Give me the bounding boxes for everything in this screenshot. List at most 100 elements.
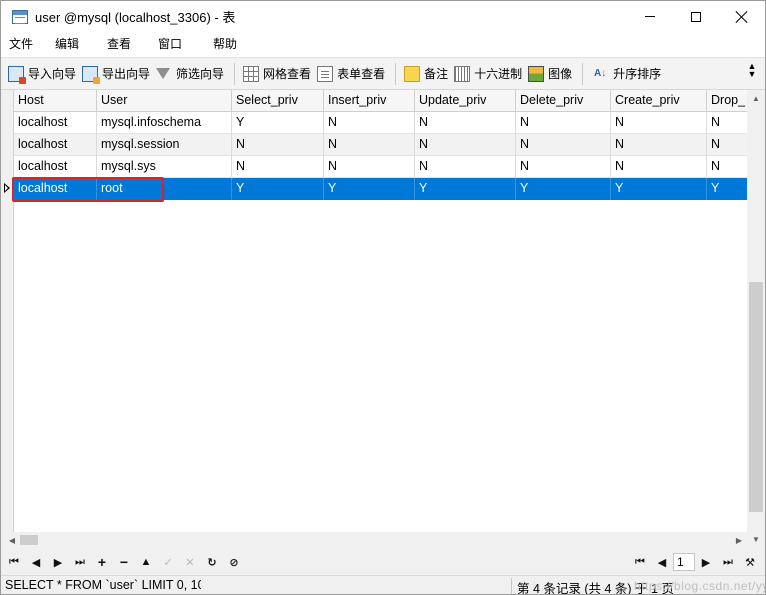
menu-file[interactable]: 文件 <box>1 32 47 57</box>
table-cell[interactable]: N <box>611 112 707 134</box>
table-cell[interactable]: N <box>232 134 324 156</box>
table-cell[interactable]: N <box>324 112 415 134</box>
table-cell[interactable]: localhost <box>14 134 97 156</box>
table-cell[interactable]: mysql.sys <box>97 156 232 178</box>
image-button[interactable]: 图像 <box>526 62 576 86</box>
vertical-scroll-thumb[interactable] <box>749 282 763 512</box>
table-cell[interactable]: N <box>611 156 707 178</box>
filter-icon <box>156 68 171 79</box>
horizontal-scroll-thumb[interactable] <box>20 535 38 545</box>
hex-icon <box>454 65 471 82</box>
close-button[interactable] <box>719 1 765 32</box>
minimize-button[interactable] <box>627 1 673 32</box>
data-grid: Host User Select_priv Insert_priv Update… <box>1 90 747 548</box>
row-indicator-column <box>1 90 14 548</box>
window-title: user @mysql (localhost_3306) - 表 <box>35 10 236 25</box>
table-row[interactable]: localhost mysql.sys N N N N N N <box>14 156 747 178</box>
table-cell[interactable]: Y <box>232 112 324 134</box>
table-row[interactable]: localhost mysql.session N N N N N N <box>14 134 747 156</box>
watermark-text: https://blog.csdn.net/yydashen <box>634 579 765 593</box>
apply-changes-icon[interactable]: ✓ <box>157 551 179 573</box>
table-cell[interactable]: N <box>707 112 747 134</box>
table-cell[interactable]: N <box>611 134 707 156</box>
table-cell[interactable]: localhost <box>14 156 97 178</box>
table-cell[interactable]: N <box>707 156 747 178</box>
table-icon <box>12 9 28 24</box>
minimize-icon <box>645 16 655 17</box>
column-header-insert-priv[interactable]: Insert_priv <box>324 90 415 112</box>
menu-help[interactable]: 帮助 <box>205 32 265 57</box>
table-cell[interactable]: localhost <box>14 112 97 134</box>
hex-button[interactable]: 十六进制 <box>452 62 526 86</box>
maximize-button[interactable] <box>673 1 719 32</box>
status-divider <box>511 578 512 594</box>
previous-page-icon[interactable]: ◀ <box>651 551 673 573</box>
column-header-drop-priv[interactable]: Drop_ <box>707 90 747 112</box>
table-cell[interactable]: N <box>324 156 415 178</box>
last-page-icon[interactable]: ⏭ <box>717 551 739 573</box>
refresh-icon[interactable]: ↻ <box>201 551 223 573</box>
table-cell[interactable]: N <box>415 134 516 156</box>
page-number-input[interactable]: 1 <box>673 553 695 571</box>
table-cell[interactable]: N <box>324 134 415 156</box>
export-wizard-button[interactable]: 导出向导 <box>80 62 154 86</box>
sort-ascending-button[interactable]: A↓ 升序排序 <box>589 62 665 86</box>
add-record-icon[interactable]: + <box>91 551 113 573</box>
menu-window[interactable]: 窗口 <box>150 32 205 57</box>
first-page-icon[interactable]: ⏮ <box>629 551 651 573</box>
import-icon <box>8 65 26 84</box>
previous-record-icon[interactable]: ◀ <box>25 551 47 573</box>
delete-record-icon[interactable]: − <box>113 551 135 573</box>
next-page-icon[interactable]: ▶ <box>695 551 717 573</box>
move-up-icon[interactable]: ▲ <box>135 551 157 573</box>
table-cell[interactable]: N <box>707 134 747 156</box>
form-view-button[interactable]: 表单查看 <box>315 62 389 86</box>
scroll-left-arrow-icon[interactable]: ◀ <box>4 532 20 548</box>
discard-changes-icon[interactable]: ✕ <box>179 551 201 573</box>
scroll-down-arrow-icon[interactable]: ▼ <box>747 531 765 548</box>
menu-view[interactable]: 查看 <box>99 32 150 57</box>
table-cell[interactable]: N <box>415 156 516 178</box>
last-record-icon[interactable]: ⏭ <box>69 551 91 573</box>
stop-icon[interactable]: ⊘ <box>223 551 245 573</box>
menu-edit[interactable]: 编辑 <box>47 32 99 57</box>
table-cell[interactable]: N <box>415 112 516 134</box>
table-cell[interactable]: Y <box>415 178 516 200</box>
table-cell[interactable]: Y <box>324 178 415 200</box>
column-header-delete-priv[interactable]: Delete_priv <box>516 90 611 112</box>
horizontal-scrollbar[interactable]: ◀ ▶ <box>1 532 747 548</box>
vertical-scrollbar[interactable]: ▲ ▼ <box>747 90 765 548</box>
table-cell[interactable]: N <box>232 156 324 178</box>
table-cell[interactable]: Y <box>516 178 611 200</box>
first-record-icon[interactable]: ⏮ <box>3 551 25 573</box>
table-cell[interactable]: N <box>516 134 611 156</box>
column-header-select-priv[interactable]: Select_priv <box>232 90 324 112</box>
next-record-icon[interactable]: ▶ <box>47 551 69 573</box>
table-cell[interactable]: mysql.session <box>97 134 232 156</box>
scroll-up-arrow-icon[interactable]: ▲ <box>747 90 765 107</box>
highlight-annotation-box <box>12 177 164 202</box>
scroll-right-arrow-icon[interactable]: ▶ <box>731 532 747 548</box>
grid-view-button[interactable]: 网格查看 <box>241 62 315 86</box>
table-cell[interactable]: Y <box>707 178 747 200</box>
column-header-create-priv[interactable]: Create_priv <box>611 90 707 112</box>
filter-wizard-button[interactable]: 筛选向导 <box>154 62 228 86</box>
table-row[interactable]: localhost mysql.infoschema Y N N N N N <box>14 112 747 134</box>
toolbar-overflow-button[interactable]: ▲ ▼ <box>747 62 757 79</box>
memo-button[interactable]: 备注 <box>402 62 452 86</box>
table-cell[interactable]: Y <box>232 178 324 200</box>
table-cell[interactable]: N <box>516 112 611 134</box>
table-cell[interactable]: Y <box>611 178 707 200</box>
title-bar: user @mysql (localhost_3306) - 表 <box>1 1 765 32</box>
column-header-user[interactable]: User <box>97 90 232 112</box>
form-icon <box>317 65 334 82</box>
image-icon <box>528 65 545 82</box>
page-settings-icon[interactable]: ⚒ <box>739 551 761 573</box>
table-cell[interactable]: N <box>516 156 611 178</box>
table-cell[interactable]: mysql.infoschema <box>97 112 232 134</box>
column-header-host[interactable]: Host <box>14 90 97 112</box>
column-header-update-priv[interactable]: Update_priv <box>415 90 516 112</box>
table-header-row: Host User Select_priv Insert_priv Update… <box>14 90 747 112</box>
table-window: user @mysql (localhost_3306) - 表 文件 编辑 查… <box>0 0 766 595</box>
import-wizard-button[interactable]: 导入向导 <box>6 62 80 86</box>
